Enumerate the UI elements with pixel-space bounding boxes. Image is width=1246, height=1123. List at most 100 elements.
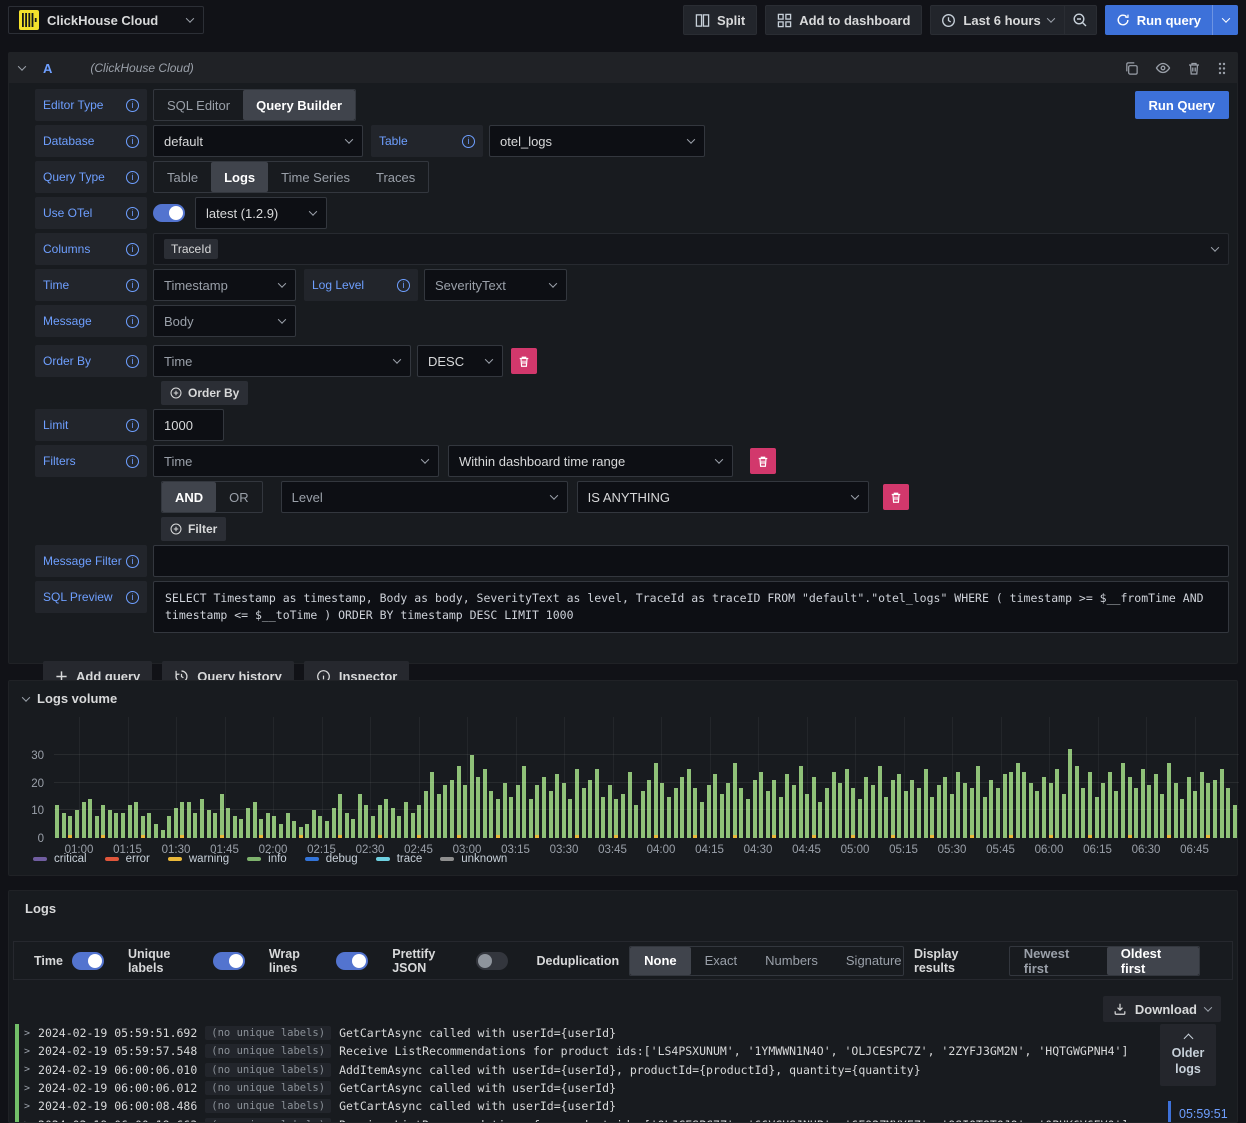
remove-time-filter-button[interactable] [750, 448, 776, 474]
editor-type-option-query-builder[interactable]: Query Builder [243, 90, 356, 120]
query-type-option-logs[interactable]: Logs [211, 162, 269, 192]
time-range-picker[interactable]: Last 6 hours [931, 6, 1063, 34]
info-icon[interactable]: i [126, 418, 139, 432]
run-query-button[interactable]: Run query [1105, 5, 1212, 35]
add-filter-button[interactable]: Filter [161, 517, 227, 541]
legend-item-warning[interactable]: warning [167, 853, 229, 865]
legend-item-debug[interactable]: debug [304, 853, 358, 865]
dedup-option-numbers[interactable]: Numbers [751, 947, 832, 975]
log-message: GetCartAsync called with userId={userId} [339, 1099, 617, 1114]
run-query-dropdown[interactable] [1212, 5, 1238, 35]
filter-time-field-select[interactable]: Time [153, 445, 439, 477]
expand-chevron-icon[interactable]: > [24, 1101, 30, 1112]
add-order-by-button[interactable]: Order By [161, 381, 249, 405]
limit-input[interactable]: 1000 [153, 409, 224, 441]
legend-swatch [375, 857, 390, 861]
dedup-option-signature[interactable]: Signature [832, 947, 903, 975]
remove-order-by-button[interactable] [511, 348, 537, 374]
message-field-select[interactable]: Body [153, 305, 296, 337]
legend-item-trace[interactable]: trace [375, 853, 422, 865]
download-button[interactable]: Download [1102, 996, 1221, 1022]
info-icon[interactable]: i [126, 98, 139, 112]
log-row[interactable]: >2024-02-19 06:00:06.010 (no unique label… [15, 1060, 1231, 1079]
display-option-oldest-first[interactable]: Oldest first [1106, 946, 1200, 975]
use-otel-toggle[interactable] [153, 204, 185, 222]
info-icon[interactable]: i [126, 134, 139, 148]
time-toggle[interactable] [71, 951, 104, 970]
volume-bar [889, 717, 896, 838]
message-filter-input[interactable] [153, 545, 1229, 577]
split-button[interactable]: Split [683, 5, 758, 35]
info-icon[interactable]: i [126, 454, 139, 468]
database-select[interactable]: default [153, 125, 363, 157]
prettify-json-toggle[interactable] [476, 951, 509, 970]
info-icon[interactable]: i [126, 170, 139, 184]
remove-query-trash-icon[interactable] [1187, 61, 1201, 76]
datasource-picker[interactable]: ClickHouse Cloud [8, 6, 204, 34]
query-row-header[interactable]: A (ClickHouse Cloud) [9, 53, 1237, 83]
expand-chevron-icon[interactable]: > [24, 1028, 30, 1039]
legend-item-critical[interactable]: critical [33, 853, 87, 865]
query-type-option-table[interactable]: Table [154, 162, 211, 192]
dedup-option-none[interactable]: None [630, 946, 691, 975]
duplicate-query-icon[interactable] [1124, 61, 1139, 76]
expand-chevron-icon[interactable]: > [24, 1046, 30, 1057]
log-level-select[interactable]: SeverityText [424, 269, 567, 301]
zoom-out-time-button[interactable] [1063, 6, 1096, 34]
conjunction-option-or[interactable]: OR [216, 482, 262, 512]
conjunction-option-and[interactable]: AND [162, 482, 217, 512]
info-icon[interactable]: i [126, 590, 139, 604]
panel-run-query-button[interactable]: Run Query [1134, 91, 1229, 119]
collapse-chevron-icon[interactable] [21, 692, 31, 702]
dedup-option-exact[interactable]: Exact [691, 947, 752, 975]
collapse-chevron-icon[interactable] [17, 62, 27, 71]
otel-version-select[interactable]: latest (1.2.9) [195, 197, 327, 229]
older-logs-button[interactable]: Older logs [1160, 1024, 1216, 1086]
volume-bar [1067, 717, 1074, 838]
query-type-option-traces[interactable]: Traces [363, 162, 428, 192]
legend-item-error[interactable]: error [104, 853, 150, 865]
time-toggle-group: Time [34, 951, 104, 970]
log-row[interactable]: >2024-02-19 06:00:08.486 (no unique label… [15, 1097, 1231, 1116]
info-icon[interactable]: i [397, 278, 410, 292]
info-icon[interactable]: i [126, 206, 139, 220]
order-by-direction-select[interactable]: DESC [417, 345, 503, 377]
logs-volume-header[interactable]: Logs volume [9, 681, 1237, 706]
info-icon[interactable]: i [126, 314, 139, 328]
unique-labels-toggle[interactable] [212, 951, 245, 970]
expand-chevron-icon[interactable]: > [24, 1064, 30, 1075]
volume-bar [1231, 717, 1238, 838]
columns-multiselect[interactable]: TraceId [153, 233, 1229, 265]
info-icon[interactable]: i [126, 554, 139, 568]
expand-chevron-icon[interactable]: > [24, 1119, 30, 1122]
older-logs-label: logs [1175, 1061, 1201, 1076]
column-chip[interactable]: TraceId [164, 239, 219, 259]
info-icon[interactable]: i [126, 242, 139, 256]
log-row[interactable]: >2024-02-19 06:00:06.012 (no unique label… [15, 1078, 1231, 1098]
legend-item-info[interactable]: info [247, 853, 287, 865]
table-select[interactable]: otel_logs [489, 125, 705, 157]
hide-response-eye-icon[interactable] [1155, 60, 1171, 76]
order-by-field-select[interactable]: Time [153, 345, 411, 377]
info-icon[interactable]: i [126, 354, 139, 368]
filter-time-operator-select[interactable]: Within dashboard time range [448, 445, 733, 477]
editor-type-option-sql-editor[interactable]: SQL Editor [154, 90, 243, 120]
remove-filter-button[interactable] [882, 484, 909, 510]
filter-conjunction-switch: AND OR [161, 481, 263, 513]
add-to-dashboard-button[interactable]: Add to dashboard [765, 5, 923, 35]
filter-field-select[interactable]: Level [280, 481, 568, 513]
legend-item-unknown[interactable]: unknown [440, 853, 507, 865]
info-icon[interactable]: i [126, 278, 139, 292]
filter-operator-select[interactable]: IS ANYTHING [576, 481, 869, 513]
display-option-newest-first[interactable]: Newest first [1010, 947, 1107, 975]
time-field-select[interactable]: Timestamp [153, 269, 296, 301]
logs-volume-chart[interactable]: 01:00 01:15 01:30 01:45 02:00 02:15 02:30 02:45… [54, 717, 1239, 856]
wrap-lines-toggle[interactable] [336, 951, 369, 970]
query-type-option-time-series[interactable]: Time Series [268, 162, 363, 192]
log-row[interactable]: >2024-02-19 05:59:57.548 (no unique label… [15, 1042, 1231, 1061]
log-row[interactable]: >2024-02-19 05:59:51.692 (no unique label… [15, 1024, 1231, 1043]
info-icon[interactable]: i [462, 134, 475, 148]
expand-chevron-icon[interactable]: > [24, 1083, 30, 1094]
log-row[interactable]: >2024-02-19 06:00:18.663 (no unique label… [15, 1115, 1231, 1122]
drag-handle-icon[interactable] [1217, 61, 1227, 76]
